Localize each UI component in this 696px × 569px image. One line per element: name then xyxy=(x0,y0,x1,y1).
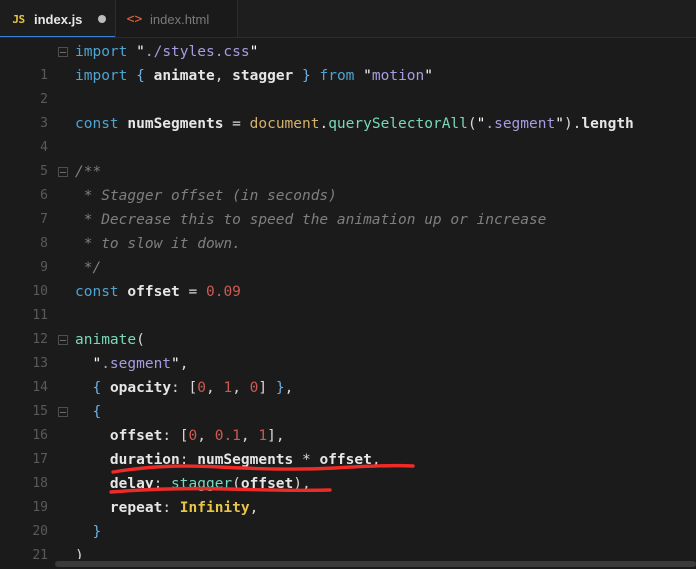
code-line-text: offset: [0, 0.1, 1], xyxy=(109,428,285,444)
code-line: 9 * to slow it down. xyxy=(0,232,696,275)
code-line: 1 import "./styles.css" xyxy=(0,40,696,83)
code-line: 4 const numSegments = document.querySele… xyxy=(0,112,696,155)
fold-toggle-icon[interactable] xyxy=(58,167,68,177)
code-line-text: delay: stagger(offset), xyxy=(109,476,311,492)
code-line: 20 repeat: Infinity, xyxy=(0,496,696,539)
code-line: 10 */ xyxy=(0,256,696,299)
code-line-text: ".segment", xyxy=(92,356,189,372)
code-line-text: import { animate, stagger } from "motion… xyxy=(75,68,433,84)
code-line: 19 delay: stagger(offset), xyxy=(0,472,696,515)
tab-label-index-html: index.html xyxy=(150,11,210,27)
code-line: 18 duration: numSegments * offset, xyxy=(0,448,696,491)
code-line-text: { opacity: [0, 1, 0] }, xyxy=(92,380,294,396)
code-line-text: /** xyxy=(75,164,102,180)
code-line: 15 { opacity: [0, 1, 0] }, xyxy=(0,376,696,419)
code-line-text: repeat: Infinity, xyxy=(109,500,259,516)
code-line-text: { xyxy=(92,404,102,420)
code-line-text: */ xyxy=(75,260,102,276)
fold-toggle-icon[interactable] xyxy=(58,47,68,57)
unsaved-changes-dot[interactable] xyxy=(98,15,106,23)
code-line-text: animate( xyxy=(75,332,145,348)
code-line: 6 /** xyxy=(0,160,696,203)
tab-label-index-js: index.js xyxy=(34,11,83,27)
code-line-text: import "./styles.css" xyxy=(75,44,259,60)
code-line: 13 animate( xyxy=(0,328,696,371)
code-line: 2 import { animate, stagger } from "moti… xyxy=(0,64,696,107)
code-line: 5 xyxy=(0,136,696,179)
code-line: 17 offset: [0, 0.1, 1], xyxy=(0,424,696,467)
code-line-text: duration: numSegments * offset, xyxy=(109,452,381,468)
code-editor-window: JS index.js <> index.html 1 import "./st… xyxy=(0,0,696,569)
horizontal-scrollbar[interactable] xyxy=(55,559,696,569)
code-line-text: * to slow it down. xyxy=(75,236,241,252)
code-content[interactable]: 1 import "./styles.css" 2 import { anima… xyxy=(0,40,696,568)
js-file-icon: JS xyxy=(12,12,25,26)
code-line-text: * Decrease this to speed the animation u… xyxy=(75,212,547,228)
code-line: 12 xyxy=(0,304,696,347)
tab-index-js[interactable]: JS index.js xyxy=(0,0,116,38)
html-file-icon: <> xyxy=(126,11,143,27)
tab-index-html[interactable]: <> index.html xyxy=(116,0,238,38)
code-line-text: const numSegments = document.querySelect… xyxy=(75,116,634,132)
code-line: 8 * Decrease this to speed the animation… xyxy=(0,208,696,251)
code-line: 11 const offset = 0.09 xyxy=(0,280,696,323)
code-line: 16 { xyxy=(0,400,696,443)
code-line-text: } xyxy=(92,524,102,540)
horizontal-scrollbar-thumb[interactable] xyxy=(55,561,696,567)
code-line-text: const offset = 0.09 xyxy=(75,284,241,300)
code-line-text: * Stagger offset (in seconds) xyxy=(75,188,337,204)
fold-toggle-icon[interactable] xyxy=(58,407,68,417)
code-line: 14 ".segment", xyxy=(0,352,696,395)
code-line: 3 xyxy=(0,88,696,131)
editor-tab-bar: JS index.js <> index.html xyxy=(0,0,696,38)
code-line: 7 * Stagger offset (in seconds) xyxy=(0,184,696,227)
code-line: 21 } xyxy=(0,520,696,563)
code-editor-pane[interactable]: 1 import "./styles.css" 2 import { anima… xyxy=(0,38,696,569)
fold-toggle-icon[interactable] xyxy=(58,335,68,345)
